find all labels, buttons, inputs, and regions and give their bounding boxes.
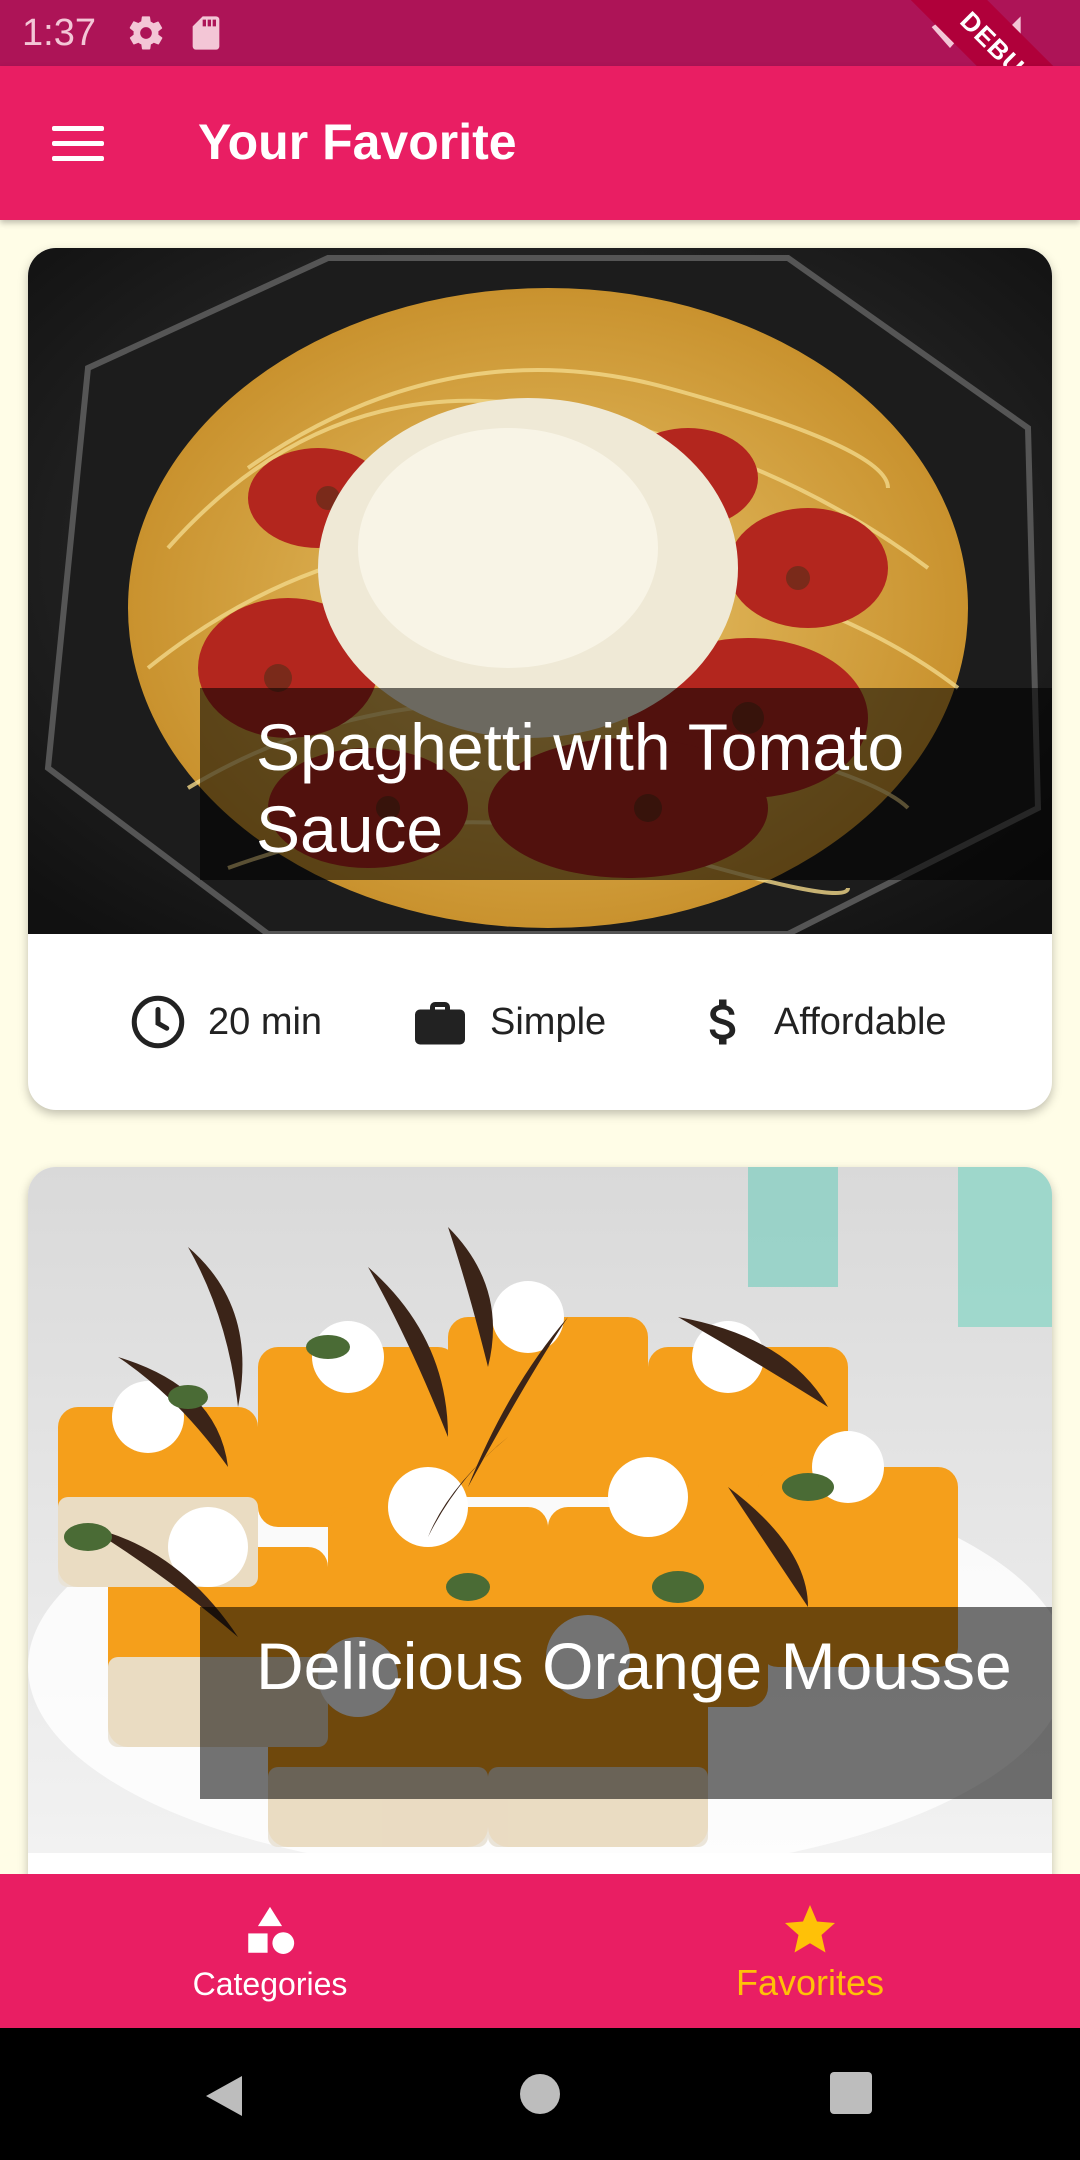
- tab-favorites-label: Favorites: [735, 1962, 885, 2003]
- home-icon[interactable]: [518, 2072, 562, 2116]
- recents-icon[interactable]: [830, 2072, 872, 2114]
- tab-categories[interactable]: Categories: [0, 1874, 540, 2028]
- meal-card[interactable]: Spaghetti with Tomato Sauce 20 min Simpl…: [28, 248, 1052, 1110]
- meal-title: Spaghetti with Tomato Sauce: [256, 710, 905, 866]
- page-title: Your Favorite: [198, 114, 517, 170]
- back-icon[interactable]: [202, 2072, 246, 2120]
- tab-favorites[interactable]: Favorites: [540, 1874, 1080, 2028]
- app-bar: Your Favorite: [0, 66, 1080, 220]
- star-icon: [785, 1905, 835, 1953]
- duration-text: 20 min: [208, 1000, 323, 1043]
- work-icon: [415, 1002, 465, 1045]
- duration-info: 20 min: [128, 992, 322, 1052]
- clock-icon: [131, 995, 185, 1049]
- category-icon: [248, 1906, 295, 1954]
- dollar-icon: [709, 999, 736, 1045]
- settings-icon: [129, 16, 163, 50]
- complexity-text: Simple: [490, 1000, 607, 1043]
- affordability-info: Affordable: [694, 992, 947, 1052]
- meal-title: Delicious Orange Mousse: [256, 1629, 1012, 1703]
- tab-categories-label: Categories: [192, 1966, 348, 2002]
- affordability-text: Affordable: [774, 1000, 947, 1043]
- status-time: 1:37: [22, 12, 96, 54]
- sd-card-icon: [192, 16, 220, 50]
- meal-info-row: 20 min Simple Affordable: [28, 934, 1052, 1110]
- meal-title-panel: Spaghetti with Tomato Sauce: [200, 688, 1052, 880]
- status-bar: 1:37 DEBUG: [0, 0, 1080, 177]
- complexity-info: Simple: [410, 992, 606, 1052]
- system-navigation-bar: [0, 2028, 1080, 2160]
- meal-title-panel: Delicious Orange Mousse: [200, 1607, 1052, 1799]
- bottom-navigation: Categories Favorites: [0, 1874, 1080, 2028]
- menu-icon[interactable]: [52, 126, 104, 162]
